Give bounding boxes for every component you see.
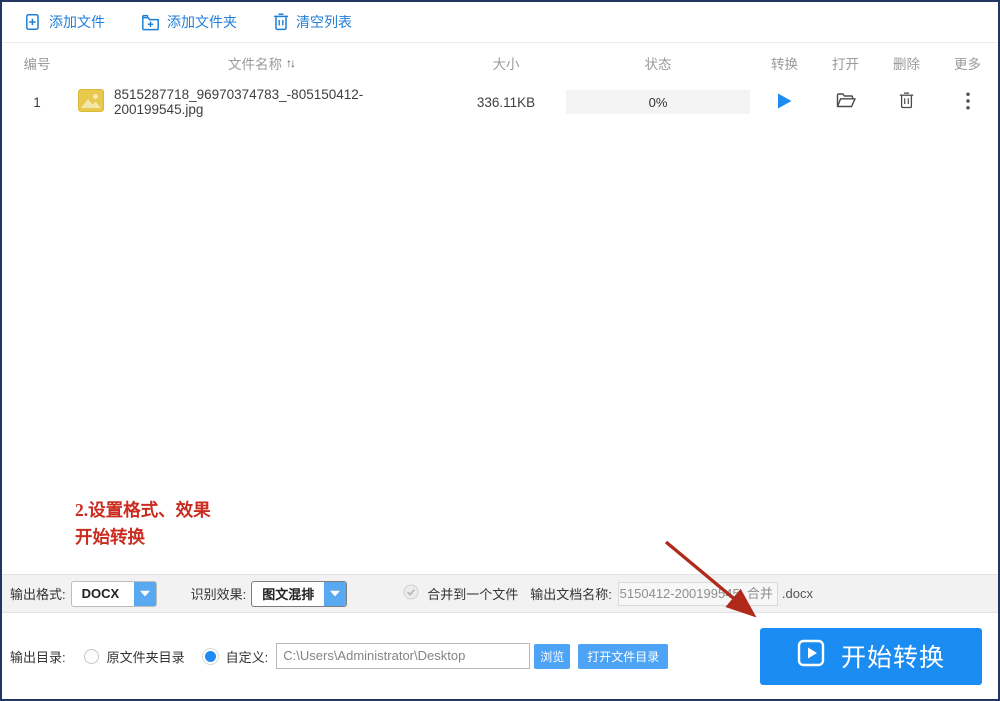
sort-icon[interactable]: ↑↓ [286, 56, 296, 70]
start-convert-label: 开始转换 [840, 644, 945, 672]
image-file-icon [78, 89, 104, 115]
output-dir-label: 输出目录: [10, 649, 66, 665]
radio-original-folder[interactable] [83, 648, 99, 664]
row-filename: 8515287718_96970374783_-805150412-200199… [114, 87, 364, 117]
clear-list-button[interactable]: 清空列表 [273, 12, 352, 32]
row-status-cell: 0% [562, 90, 754, 114]
recognition-value: 图文混排 [262, 587, 315, 602]
output-format-select[interactable]: DOCX [70, 580, 157, 607]
header-status: 状态 [644, 57, 672, 72]
delete-row-button[interactable] [876, 92, 937, 112]
open-folder-icon [836, 92, 856, 112]
format-bar: 输出格式: DOCX 识别效果: 图文混排 合并到一个文件 输出文档名称: 80… [2, 574, 998, 613]
row-index: 1 [33, 94, 41, 110]
header-filename[interactable]: 文件名称 ↑↓ [72, 53, 450, 73]
output-format-label: 输出格式: [10, 587, 66, 602]
chevron-down-icon [324, 581, 347, 606]
more-dots-icon [965, 92, 970, 113]
start-convert-button[interactable]: 开始转换 [760, 627, 982, 685]
play-icon [776, 92, 793, 113]
table-header: 编号 文件名称 ↑↓ 大小 状态 转换 打开 删除 更多 [2, 43, 998, 83]
header-more: 更多 [954, 57, 981, 72]
app-window: 添加文件 添加文件夹 清空列表 编号 文件名称 ↑↓ 大小 状态 转换 打开 删… [0, 0, 1000, 701]
radio-custom-label[interactable]: 自定义: [226, 647, 269, 666]
row-size: 336.11KB [476, 94, 536, 110]
doc-name-suffix: .docx [781, 586, 813, 601]
annotation-text: 2.设置格式、效果 开始转换 [75, 500, 211, 547]
more-row-button[interactable] [937, 92, 998, 113]
add-file-label: 添加文件 [49, 14, 105, 30]
output-format-value: DOCX [81, 586, 120, 601]
add-folder-label: 添加文件夹 [167, 14, 237, 30]
header-open: 打开 [832, 57, 859, 72]
table-row[interactable]: 1 8515287718_96970374783_-805150412-2001… [2, 83, 998, 121]
row-filename-cell: 8515287718_96970374783_-805150412-200199… [72, 87, 450, 117]
merge-label: 合并到一个文件 [427, 587, 519, 602]
header-convert: 转换 [771, 57, 798, 72]
recognition-label: 识别效果: [190, 587, 247, 602]
merge-checkbox[interactable]: 合并到一个文件 [403, 584, 518, 603]
toolbar: 添加文件 添加文件夹 清空列表 [2, 2, 998, 43]
recognition-select[interactable]: 图文混排 [251, 580, 348, 607]
trash-row-icon [899, 92, 914, 112]
add-file-icon [24, 13, 42, 31]
trash-icon [273, 13, 289, 31]
open-row-button[interactable] [815, 92, 876, 112]
add-folder-icon [141, 14, 160, 31]
doc-name-input[interactable]: 805150412-200199545_合并 [617, 581, 778, 606]
header-delete: 删除 [893, 57, 920, 72]
output-bar: 输出目录: 原文件夹目录 自定义: C:\Users\Administrator… [2, 613, 998, 699]
radio-original-label[interactable]: 原文件夹目录 [107, 647, 185, 666]
browse-button[interactable]: 浏览 [534, 643, 571, 669]
play-square-icon [797, 639, 825, 674]
doc-name-label: 输出文档名称: [530, 587, 612, 602]
add-folder-button[interactable]: 添加文件夹 [141, 12, 237, 32]
circle-check-icon [403, 584, 419, 603]
clear-list-label: 清空列表 [296, 14, 352, 30]
convert-row-button[interactable] [754, 92, 815, 113]
output-path-input[interactable]: C:\Users\Administrator\Desktop [276, 643, 531, 669]
progress-text: 0% [648, 94, 668, 110]
open-output-dir-button[interactable]: 打开文件目录 [578, 643, 669, 669]
header-size: 大小 [492, 57, 520, 72]
header-index: 编号 [23, 57, 51, 72]
chevron-down-icon [133, 581, 156, 606]
progress-bar: 0% [566, 90, 750, 114]
radio-custom[interactable] [202, 648, 218, 664]
add-file-button[interactable]: 添加文件 [24, 12, 105, 32]
